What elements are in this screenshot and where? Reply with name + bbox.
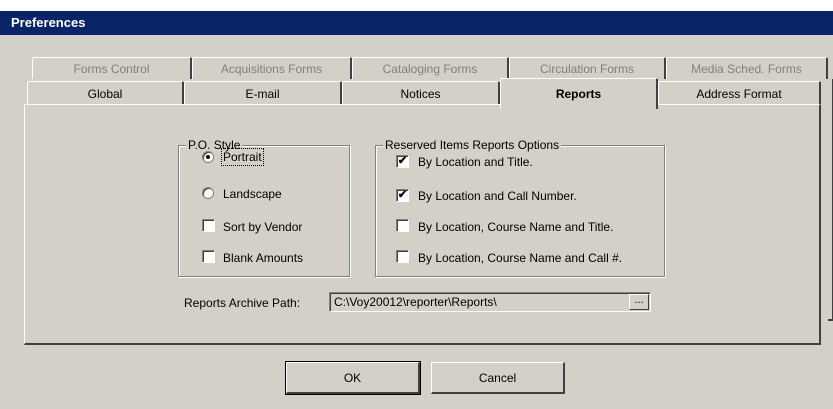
tab-notices[interactable]: Notices	[342, 81, 500, 105]
portrait-label[interactable]: Portrait	[221, 148, 264, 166]
title-bar: Preferences	[0, 11, 833, 35]
by-location-call-number-label[interactable]: By Location and Call Number.	[418, 189, 577, 203]
ok-label: OK	[343, 371, 362, 385]
window-title: Preferences	[11, 15, 86, 30]
by-location-call-number-checkbox[interactable]: ✔	[396, 189, 409, 202]
by-location-course-call-checkbox[interactable]	[396, 250, 409, 263]
tab-cataloging-forms[interactable]: Cataloging Forms	[352, 57, 509, 79]
by-location-course-call-label[interactable]: By Location, Course Name and Call #.	[418, 251, 622, 265]
radio-dot	[206, 155, 210, 159]
landscape-radio[interactable]	[202, 187, 214, 199]
cancel-label: Cancel	[478, 371, 517, 385]
archive-path-field[interactable]: C:\Voy20012\reporter\Reports\	[329, 292, 651, 312]
archive-path-label: Reports Archive Path:	[184, 296, 301, 310]
tab-address-format[interactable]: Address Format	[658, 81, 821, 105]
blank-amounts-checkbox[interactable]	[202, 250, 215, 263]
portrait-radio[interactable]	[202, 151, 214, 163]
tab-global[interactable]: Global	[27, 81, 184, 105]
ok-button[interactable]: OK	[285, 361, 421, 395]
tab-e-mail[interactable]: E-mail	[184, 81, 342, 105]
check-mark: ✔	[397, 189, 408, 201]
browse-button[interactable]: ...	[629, 294, 649, 310]
tab-circulation-forms[interactable]: Circulation Forms	[509, 57, 666, 79]
tab-media-sched-forms[interactable]: Media Sched. Forms	[666, 57, 828, 79]
by-location-title-label[interactable]: By Location and Title.	[418, 155, 533, 169]
by-location-course-title-label[interactable]: By Location, Course Name and Title.	[418, 220, 613, 234]
tab-forms-control[interactable]: Forms Control	[32, 57, 192, 79]
landscape-label[interactable]: Landscape	[223, 187, 282, 201]
browse-label: ...	[634, 294, 644, 306]
window-top-margin	[0, 0, 833, 11]
check-mark: ✔	[397, 155, 408, 167]
archive-path-value: C:\Voy20012\reporter\Reports\	[334, 295, 497, 309]
sort-by-vendor-label[interactable]: Sort by Vendor	[223, 220, 302, 234]
tab-acquisitions-forms[interactable]: Acquisitions Forms	[192, 57, 352, 79]
by-location-course-title-checkbox[interactable]	[396, 219, 409, 232]
sort-by-vendor-checkbox[interactable]	[202, 219, 215, 232]
reserved-items-title: Reserved Items Reports Options	[383, 138, 562, 152]
back-tab-page-edge	[828, 79, 833, 321]
by-location-title-checkbox[interactable]: ✔	[396, 155, 409, 168]
cancel-button[interactable]: Cancel	[431, 362, 565, 394]
tab-reports[interactable]: Reports	[500, 78, 658, 109]
blank-amounts-label[interactable]: Blank Amounts	[223, 251, 303, 265]
